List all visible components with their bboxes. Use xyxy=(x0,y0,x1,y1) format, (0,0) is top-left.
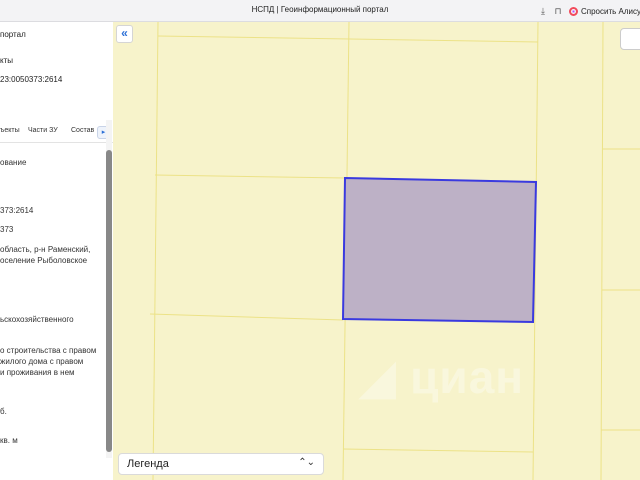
map-canvas[interactable] xyxy=(113,22,640,480)
legend-label: Легенда xyxy=(127,458,169,470)
objects-link[interactable]: кты xyxy=(0,56,13,65)
field-quarter: 373 xyxy=(0,225,14,234)
panel-tabs: ъекты Части ЗУ Состав ▸ xyxy=(0,124,113,143)
selected-parcel xyxy=(341,176,538,324)
alisa-button[interactable]: Спросить Алису А xyxy=(569,3,640,19)
alisa-icon xyxy=(569,6,578,16)
legend-dropdown[interactable]: Легенда ⌃⌄ xyxy=(118,453,324,475)
double-chevron-left-icon: « xyxy=(121,26,128,40)
field-cadnum: 373:2614 xyxy=(0,206,34,215)
browser-topbar: НСПД | Геоинформационный портал ⤓ ⊓ Спро… xyxy=(0,0,640,22)
cian-watermark: ◢ циан xyxy=(360,351,525,403)
field-area: кв. м xyxy=(0,436,18,445)
tab-composition[interactable]: Состав xyxy=(71,127,94,134)
field-value: б. xyxy=(0,407,7,416)
object-info-panel: портал кты 23:0050373:2614 ъекты Части З… xyxy=(0,22,113,480)
tab-objects[interactable]: ъекты xyxy=(0,127,20,134)
parcel-boundary xyxy=(152,22,159,480)
alisa-label: Спросить Алису А xyxy=(581,6,640,16)
chevron-updown-icon: ⌃⌄ xyxy=(298,457,315,468)
download-icon[interactable]: ⤓ xyxy=(537,5,549,17)
portal-label: портал xyxy=(0,30,26,39)
field-usage-line1: о строительства с правом xyxy=(0,346,97,355)
field-address-line1: область, р-н Раменский, xyxy=(0,245,91,254)
parcel-boundary xyxy=(154,174,346,179)
parcel-boundary xyxy=(157,35,539,43)
map-control-button[interactable] xyxy=(620,28,640,50)
parcel-boundary xyxy=(600,22,604,480)
panel-scrollbar-thumb[interactable] xyxy=(106,150,112,452)
tab-parts[interactable]: Части ЗУ xyxy=(28,127,58,134)
collapse-panel-button[interactable]: « xyxy=(116,25,133,43)
parcel-boundary xyxy=(149,313,344,321)
cadastral-number-title: 23:0050373:2614 xyxy=(0,75,63,84)
parcel-map xyxy=(149,22,640,480)
field-address-line2: оселение Рыболовское xyxy=(0,256,88,265)
field-usage-line2: жилого дома с правом xyxy=(0,357,84,366)
field-name: ование xyxy=(0,158,27,167)
parcel-boundary xyxy=(342,448,534,453)
field-usage-line3: и проживания в нем xyxy=(0,368,75,377)
field-category: ьскохозяйственного xyxy=(0,315,74,324)
bookmark-icon[interactable]: ⊓ xyxy=(552,5,564,17)
